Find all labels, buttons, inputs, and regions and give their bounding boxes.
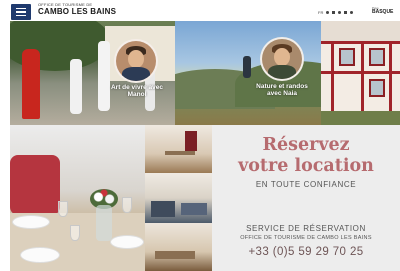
- avatar-body: [122, 67, 150, 81]
- photo-plate: [12, 215, 50, 229]
- photo-plate: [20, 247, 60, 263]
- logo-title: CAMBO LES BAINS: [38, 7, 117, 16]
- search-icon[interactable]: [344, 11, 348, 14]
- site-logo[interactable]: OFFICE DE TOURISME DE CAMBO LES BAINS: [38, 3, 116, 16]
- youtube-icon[interactable]: [338, 11, 342, 14]
- photo-roof: [321, 21, 400, 41]
- photo-dancer: [98, 41, 110, 111]
- menu-button[interactable]: [11, 4, 31, 20]
- reservation-phone-link[interactable]: +33 (0)5 59 29 70 25: [212, 246, 400, 258]
- photo-window: [339, 48, 355, 66]
- reservation-title-line1: Réservez: [262, 135, 350, 155]
- photo-glass: [122, 197, 132, 213]
- photo-bed: [151, 201, 175, 217]
- photo-vase: [96, 205, 112, 241]
- account-icon[interactable]: [350, 11, 354, 14]
- photo-glass: [70, 225, 80, 241]
- reservation-subtitle: EN TOUTE CONFIANCE: [255, 180, 357, 189]
- photo-window: [369, 79, 385, 97]
- photo-dancer-red: [22, 49, 40, 119]
- avatar-face: [274, 47, 290, 67]
- photo-window: [369, 48, 385, 66]
- language-selector[interactable]: FR: [318, 10, 323, 15]
- avatar-manol[interactable]: [114, 39, 158, 83]
- page: OFFICE DE TOURISME DE CAMBO LES BAINS FR…: [0, 0, 400, 271]
- caption-line: avec Naia: [267, 90, 297, 98]
- photo-plate: [110, 235, 144, 249]
- reservation-service: SERVICE DE RÉSERVATION: [246, 224, 366, 233]
- photo-bed: [181, 203, 207, 215]
- menu-icon-bar: [16, 11, 26, 13]
- caption-line: Nature et randos: [256, 83, 308, 90]
- menu-icon-bar: [16, 14, 26, 17]
- photo-furniture: [185, 131, 197, 151]
- photo-bedroom: [145, 173, 212, 223]
- photo-dining-table: [10, 125, 145, 271]
- photo-furniture: [155, 251, 195, 259]
- caption-art-de-vivre[interactable]: Art de vivre avec Manol: [106, 84, 168, 99]
- photo-chair: [10, 155, 60, 215]
- pays-basque-logo[interactable]: Pays BASQUE: [372, 7, 394, 17]
- avatar-naia[interactable]: [260, 37, 304, 81]
- reservation-organisation: OFFICE DE TOURISME DE CAMBO LES BAINS: [240, 235, 372, 241]
- photo-hedge: [321, 111, 400, 125]
- photo-beam: [389, 41, 392, 111]
- photo-dancer: [70, 59, 82, 114]
- hero-photo-row: Art de vivre avec Manol Nature et randos…: [10, 21, 400, 125]
- instagram-icon[interactable]: [332, 11, 336, 14]
- site-header: OFFICE DE TOURISME DE CAMBO LES BAINS FR…: [0, 0, 400, 21]
- menu-icon-bar: [16, 7, 26, 10]
- reservation-panel[interactable]: Réservez votre location EN TOUTE CONFIAN…: [212, 125, 400, 271]
- photo-beam: [331, 41, 334, 111]
- reservation-title-line2: votre location: [238, 156, 374, 176]
- avatar-face: [128, 49, 144, 69]
- photo-mountains: [175, 21, 321, 125]
- social-links: FR: [318, 10, 354, 15]
- photo-living-room: [145, 223, 212, 271]
- photo-furniture: [165, 151, 195, 155]
- facebook-icon[interactable]: [326, 11, 330, 14]
- pays-basque-bottom: BASQUE: [372, 9, 394, 15]
- avatar-body: [268, 65, 296, 79]
- photo-dining-room: [145, 125, 212, 173]
- photo-basque-house: [321, 21, 400, 125]
- photo-glass: [58, 201, 68, 217]
- photo-hiker: [243, 56, 251, 78]
- photo-beam: [361, 41, 364, 111]
- caption-nature-randos[interactable]: Nature et randos avec Naia: [250, 83, 314, 98]
